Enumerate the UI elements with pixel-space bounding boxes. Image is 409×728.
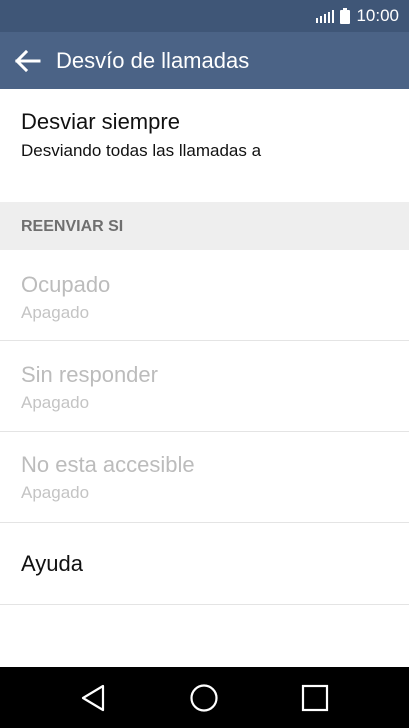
status-bar: 10:00 [0,0,409,32]
forward-always-title: Desviar siempre [21,109,180,134]
recents-square-icon [301,684,329,711]
forward-unreachable-title: No esta accesible [21,452,195,477]
status-clock: 10:00 [356,6,399,25]
section-header: REENVIAR SI [0,202,409,250]
forward-busy-item[interactable]: Ocupado Apagado [0,250,409,340]
divider [0,604,409,605]
nav-back-button[interactable] [53,667,133,728]
signal-icon [316,9,335,23]
back-arrow-icon [15,49,41,72]
back-triangle-icon [81,684,105,711]
help-item[interactable]: Ayuda [0,523,409,604]
status-icons: 10:00 [316,0,399,32]
home-circle-icon [190,683,218,712]
app-bar: Desvío de llamadas [0,32,409,89]
navigation-bar [0,667,409,728]
forward-no-answer-item[interactable]: Sin responder Apagado [0,341,409,431]
help-title: Ayuda [21,551,83,576]
back-button[interactable] [0,32,56,89]
nav-home-button[interactable] [164,667,244,728]
forward-always-item[interactable]: Desviar siempre Desviando todas las llam… [0,89,409,202]
forward-no-answer-title: Sin responder [21,362,158,387]
forward-busy-title: Ocupado [21,272,111,297]
section-header-label: REENVIAR SI [21,218,124,235]
battery-icon [340,8,351,24]
forward-unreachable-item[interactable]: No esta accesible Apagado [0,432,409,522]
page-title: Desvío de llamadas [56,47,250,73]
nav-recents-button[interactable] [275,667,355,728]
forward-always-subtitle: Desviando todas las llamadas a [21,141,262,160]
forward-busy-subtitle: Apagado [21,303,90,322]
forward-unreachable-subtitle: Apagado [21,483,90,502]
forward-no-answer-subtitle: Apagado [21,393,90,412]
